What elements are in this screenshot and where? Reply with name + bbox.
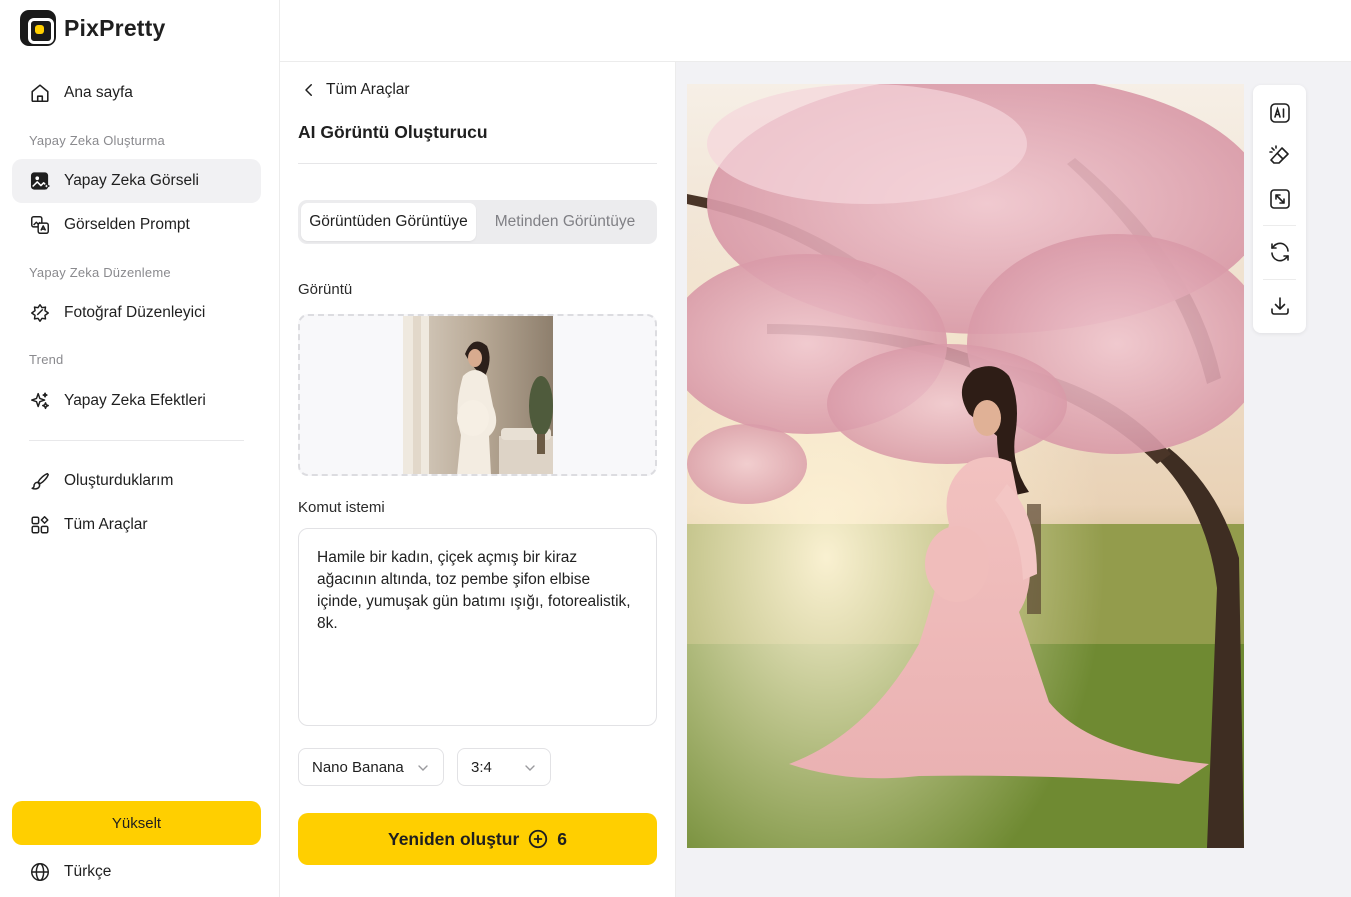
- tool-panel: Tüm Araçlar AI Görüntü Oluşturucu Görünt…: [280, 62, 676, 897]
- back-to-all-tools[interactable]: Tüm Araçlar: [300, 81, 410, 99]
- sidebar-item-label: Oluşturduklarım: [64, 472, 174, 489]
- sidebar-item-label: Ana sayfa: [64, 84, 133, 101]
- page-title: AI Görüntü Oluşturucu: [298, 122, 488, 142]
- model-select[interactable]: Nano Banana: [298, 748, 444, 786]
- logo-icon: [20, 10, 56, 46]
- grid-icon: [31, 516, 49, 534]
- image-sparkle-icon: [30, 172, 50, 190]
- chevron-left-icon: [305, 84, 312, 96]
- language-selector[interactable]: Türkçe: [12, 850, 111, 894]
- image-text-icon: [31, 216, 49, 234]
- eraser-button[interactable]: [1266, 142, 1294, 170]
- sidebar-item-all-tools[interactable]: Tüm Araçlar: [12, 503, 261, 547]
- sidebar-item-image-to-prompt[interactable]: Görselden Prompt: [12, 203, 261, 247]
- sparkles-icon: [31, 392, 49, 410]
- sidebar-item-ai-image[interactable]: Yapay Zeka Görseli: [12, 159, 261, 203]
- aspect-ratio-select[interactable]: 3:4: [457, 748, 551, 786]
- section-label-create: Yapay Zeka Oluşturma: [29, 133, 165, 148]
- sidebar-divider: [29, 440, 244, 441]
- regenerate-button[interactable]: Yeniden oluştur 6: [298, 813, 657, 865]
- prompt-input[interactable]: Hamile bir kadın, çiçek açmış bir kiraz …: [298, 528, 657, 726]
- sidebar-item-home[interactable]: Ana sayfa: [12, 71, 261, 115]
- section-label-edit: Yapay Zeka Düzenleme: [29, 265, 171, 280]
- uploaded-image-thumbnail[interactable]: [403, 316, 553, 474]
- upgrade-button[interactable]: Yükselt: [12, 801, 261, 845]
- panel-divider: [298, 163, 657, 164]
- photo-editor-icon: [31, 304, 49, 322]
- expand-icon: [1270, 189, 1290, 209]
- globe-icon: [31, 863, 49, 881]
- credit-cost: 6: [557, 828, 567, 849]
- sidebar-item-photo-editor[interactable]: Fotoğraf Düzenleyici: [12, 291, 261, 335]
- sidebar-item-label: Yapay Zeka Efektleri: [64, 392, 206, 409]
- upscale-button[interactable]: [1266, 185, 1294, 213]
- ai-icon: [1270, 103, 1290, 123]
- uploaded-photo: [403, 316, 553, 474]
- chevron-down-icon: [418, 765, 428, 771]
- generated-image[interactable]: [687, 84, 1244, 848]
- image-field-label: Görüntü: [298, 281, 353, 298]
- sidebar-item-label: Fotoğraf Düzenleyici: [64, 304, 206, 321]
- model-select-value: Nano Banana: [312, 758, 404, 776]
- regenerate-label: Yeniden oluştur: [387, 828, 520, 849]
- toolbar-divider: [1263, 225, 1296, 226]
- language-label: Türkçe: [64, 863, 112, 880]
- section-label-trend: Trend: [29, 352, 64, 367]
- sidebar-item-ai-effects[interactable]: Yapay Zeka Efektleri: [12, 379, 261, 423]
- sidebar-item-my-creations[interactable]: Oluşturduklarım: [12, 459, 261, 503]
- back-label: Tüm Araçlar: [326, 81, 410, 98]
- download-button[interactable]: [1266, 292, 1294, 320]
- image-actions-toolbar: [1253, 85, 1306, 333]
- home-icon: [31, 84, 49, 103]
- tab-text-to-image[interactable]: Metinden Görüntüye: [476, 203, 654, 241]
- top-header: [280, 0, 1351, 62]
- regenerate-icon-button[interactable]: [1266, 238, 1294, 266]
- sidebar-item-label: Görselden Prompt: [64, 216, 190, 233]
- ai-enhance-button[interactable]: [1266, 99, 1294, 127]
- prompt-field-label: Komut istemi: [298, 499, 385, 516]
- tab-image-to-image[interactable]: Görüntüden Görüntüye: [301, 203, 476, 241]
- result-photo: [687, 84, 1244, 848]
- aspect-ratio-value: 3:4: [471, 758, 492, 776]
- logo[interactable]: PixPretty: [20, 10, 166, 46]
- mode-tabs: Görüntüden Görüntüye Metinden Görüntüye: [298, 200, 657, 244]
- brush-icon: [31, 472, 49, 490]
- refresh-icon: [1271, 242, 1289, 262]
- app-name: PixPretty: [64, 14, 166, 41]
- eraser-icon: [1269, 145, 1289, 164]
- chevron-down-icon: [525, 765, 535, 771]
- sidebar-item-label: Yapay Zeka Görseli: [64, 172, 199, 189]
- credit-plus-icon: [529, 829, 548, 849]
- download-icon: [1271, 297, 1289, 315]
- toolbar-divider: [1263, 279, 1296, 280]
- preview-area: [676, 62, 1351, 897]
- image-upload-area[interactable]: [298, 314, 657, 476]
- sidebar: PixPretty Ana sayfa Yapay Zeka Oluşturma…: [0, 0, 280, 897]
- sidebar-item-label: Tüm Araçlar: [64, 516, 148, 533]
